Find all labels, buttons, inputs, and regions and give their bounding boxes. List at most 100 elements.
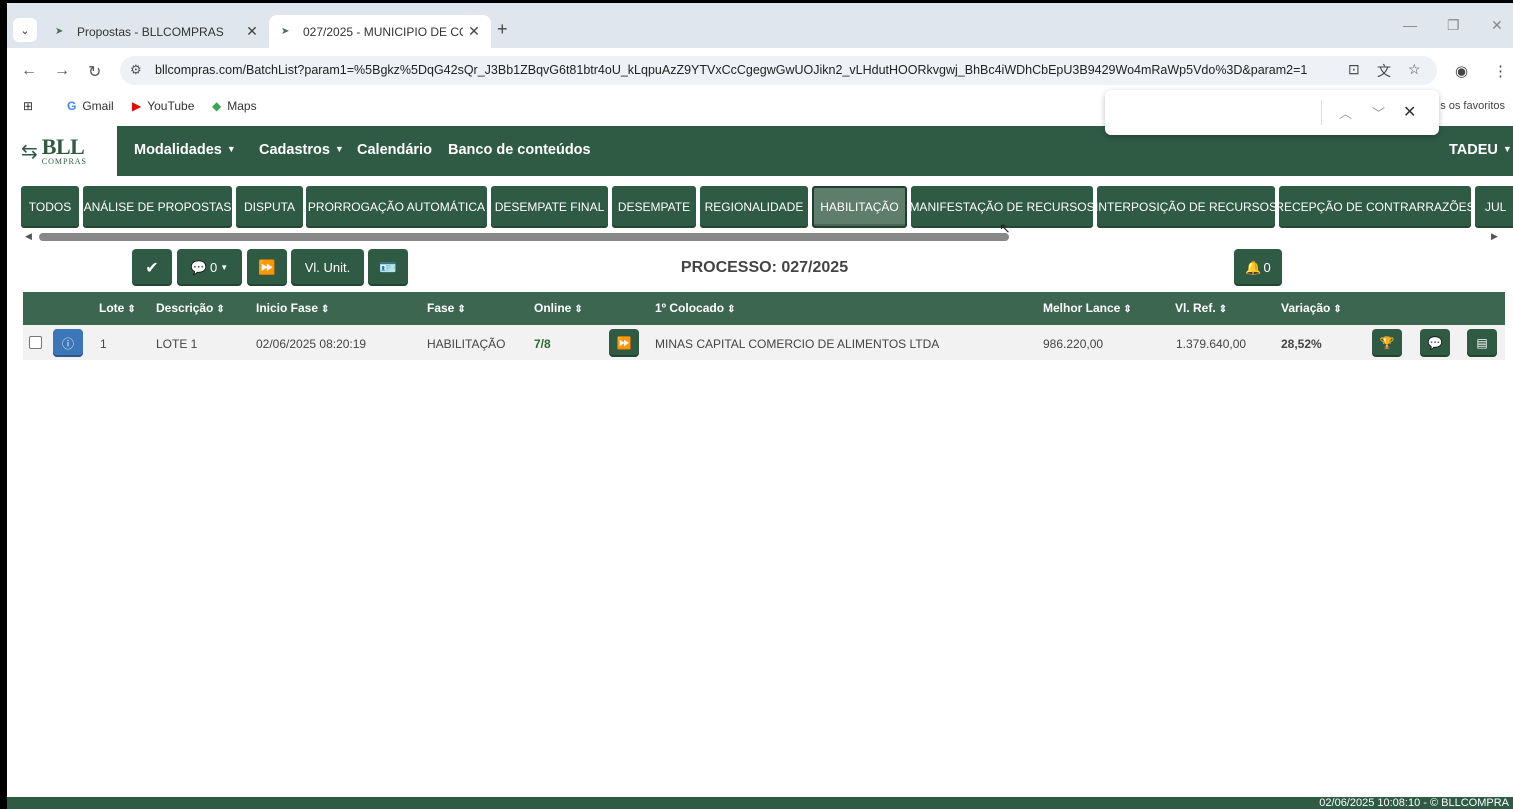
browser-tab-processo[interactable]: ➤ 027/2025 - MUNICIPIO DE CON ✕ — [269, 15, 491, 48]
scroll-left-icon[interactable]: ◀ — [25, 231, 32, 242]
scroll-thumb[interactable] — [39, 233, 1009, 241]
address-row: ← → ↻ ⚙ bllcompras.com/BatchList?param1=… — [7, 48, 1513, 93]
col-vl-ref[interactable]: Vl. Ref. ⇕ — [1175, 301, 1227, 315]
phase-tab-julgamento[interactable]: JUL — [1475, 186, 1513, 228]
bookmark-label: YouTube — [147, 99, 195, 113]
bookmark-gmail[interactable]: G Gmail — [67, 99, 114, 113]
phase-tab-habilitacao[interactable]: HABILITAÇÃO — [812, 186, 907, 228]
chevron-down-icon: ▼ — [334, 144, 344, 154]
document-button[interactable]: ▤ — [1467, 329, 1497, 357]
chat-button[interactable]: 💬 — [1420, 329, 1450, 357]
minimize-icon[interactable]: — — [1403, 17, 1417, 33]
restore-icon[interactable]: ❐ — [1447, 17, 1460, 34]
menu-banco-conteudos[interactable]: Banco de conteúdos — [448, 142, 591, 158]
google-icon: G — [67, 99, 77, 113]
browser-window: ⌄ ➤ Propostas - BLLCOMPRAS ✕ ➤ 027/2025 … — [7, 3, 1513, 809]
sort-icon: ⇕ — [727, 304, 736, 315]
trophy-icon: 🏆 — [1379, 336, 1395, 350]
col-online[interactable]: Online ⇕ — [534, 301, 583, 315]
phase-tab-todos[interactable]: TODOS — [21, 186, 79, 228]
find-previous-icon[interactable]: ︿ — [1339, 103, 1352, 122]
vl-unit-button[interactable]: Vl. Unit. — [291, 249, 364, 286]
check-button[interactable]: ✔ — [132, 249, 172, 286]
chat-count: 0 — [210, 260, 218, 275]
scroll-right-icon[interactable]: ▶ — [1491, 231, 1498, 242]
comments-icon: 💬 — [190, 259, 208, 275]
back-icon[interactable]: ← — [21, 62, 37, 80]
bll-logo[interactable]: ⇆ BLL COMPRAS — [7, 126, 117, 176]
browser-menu-icon[interactable]: ⋮ — [1493, 62, 1508, 80]
process-title: PROCESSO: 027/2025 — [680, 259, 849, 276]
cell-colocado: MINAS CAPITAL COMERCIO DE ALIMENTOS LTDA — [655, 337, 940, 351]
reload-icon[interactable]: ↻ — [88, 62, 101, 82]
browser-tab-propostas[interactable]: ➤ Propostas - BLLCOMPRAS ✕ — [43, 15, 269, 48]
find-next-icon[interactable]: ﹀ — [1372, 103, 1385, 122]
cell-online: 7/8 — [534, 337, 551, 351]
site-info-icon[interactable]: ⚙ — [130, 62, 142, 78]
row-forward-button[interactable]: ⏩ — [609, 329, 639, 357]
address-bar[interactable]: ⚙ bllcompras.com/BatchList?param1=%5Bgkz… — [120, 56, 1437, 85]
maps-icon: ◆ — [212, 99, 222, 113]
all-bookmarks-link[interactable]: s os favoritos — [1440, 100, 1505, 112]
close-window-icon[interactable]: ✕ — [1491, 17, 1503, 34]
table-header: Lote ⇕ Descrição ⇕ Inicio Fase ⇕ Fase ⇕ Onli… — [23, 292, 1505, 325]
sort-icon: ⇕ — [1218, 304, 1228, 315]
id-card-button[interactable]: 🪪 — [368, 249, 408, 286]
new-tab-icon[interactable]: + — [497, 19, 508, 40]
tab-search-icon[interactable]: ⌄ — [13, 18, 37, 42]
find-close-icon[interactable]: ✕ — [1403, 102, 1416, 122]
url-text[interactable]: bllcompras.com/BatchList?param1=%5Bgkz%5… — [155, 63, 1330, 77]
phase-tab-desempate[interactable]: DESEMPATE — [612, 186, 696, 228]
close-tab-icon[interactable]: ✕ — [241, 23, 263, 40]
find-bar: ︿ ﹀ ✕ — [1105, 90, 1439, 135]
comments-icon: 💬 — [1427, 336, 1443, 350]
bll-favicon-icon: ➤ — [55, 26, 64, 37]
menu-cadastros[interactable]: Cadastros ▼ — [259, 142, 344, 158]
menu-modalidades[interactable]: Modalidades ▼ — [134, 142, 236, 158]
phase-tab-desempate-final[interactable]: DESEMPATE FINAL — [491, 186, 608, 228]
col-melhor-lance[interactable]: Melhor Lance ⇕ — [1043, 301, 1132, 315]
chevron-down-icon: ▼ — [226, 144, 236, 154]
col-descricao[interactable]: Descrição ⇕ — [156, 301, 225, 315]
page-find-icon[interactable]: ⊡ — [1348, 61, 1360, 78]
sort-icon: ⇕ — [457, 304, 466, 315]
info-icon: ⓘ — [61, 336, 74, 351]
col-colocado[interactable]: 1º Colocado ⇕ — [655, 301, 735, 315]
bookmark-star-icon[interactable]: ☆ — [1408, 61, 1421, 78]
logo-subtext: COMPRAS — [41, 157, 88, 166]
phase-tab-interposicao[interactable]: INTERPOSIÇÃO DE RECURSOS — [1097, 186, 1275, 228]
notifications-button[interactable]: 🔔 0 — [1234, 249, 1282, 286]
col-inicio-fase[interactable]: Inicio Fase ⇕ — [256, 301, 329, 315]
phase-tab-regionalidade[interactable]: REGIONALIDADE — [700, 186, 808, 228]
bell-icon: 🔔 — [1245, 259, 1262, 275]
phase-tab-recepcao[interactable]: RECEPÇÃO DE CONTRARRAZÕES — [1279, 186, 1471, 228]
translate-icon[interactable]: 文 — [1377, 61, 1391, 81]
profile-icon[interactable]: ◉ — [1455, 62, 1468, 80]
find-input[interactable] — [1117, 101, 1317, 123]
col-lote[interactable]: Lote ⇕ — [99, 301, 136, 315]
forward-icon[interactable]: → — [54, 62, 70, 80]
close-tab-icon[interactable]: ✕ — [463, 23, 485, 40]
fast-forward-button[interactable]: ⏩ — [247, 249, 287, 286]
fast-forward-icon: ⏩ — [258, 259, 276, 275]
bookmark-maps[interactable]: ◆ Maps — [212, 99, 257, 113]
apps-grid-icon[interactable]: ⊞ — [23, 99, 39, 113]
phase-tab-disputa[interactable]: DISPUTA — [236, 186, 303, 228]
user-menu[interactable]: TADEU ▼ — [1449, 142, 1512, 158]
col-fase[interactable]: Fase ⇕ — [427, 301, 466, 315]
chat-dropdown-button[interactable]: 💬 0 ▼ — [177, 249, 242, 286]
bookmark-label: Gmail — [82, 99, 114, 113]
info-button[interactable]: ⓘ — [53, 329, 83, 357]
row-checkbox[interactable] — [29, 336, 42, 349]
cell-lote: 1 — [100, 337, 107, 351]
phase-scrollbar[interactable]: ◀ ▶ — [21, 231, 1501, 243]
menu-calendario[interactable]: Calendário — [357, 142, 432, 158]
col-variacao[interactable]: Variação ⇕ — [1281, 301, 1342, 315]
bookmark-youtube[interactable]: ▶ YouTube — [132, 99, 194, 113]
phase-tab-analise[interactable]: ANÁLISE DE PROPOSTAS — [83, 186, 232, 228]
find-divider — [1321, 100, 1322, 125]
trophy-button[interactable]: 🏆 — [1372, 329, 1402, 357]
phase-tab-prorrogacao[interactable]: PRORROGAÇÃO AUTOMÁTICA — [306, 186, 487, 228]
bll-favicon-icon: ➤ — [281, 26, 290, 37]
sort-icon: ⇕ — [574, 304, 583, 315]
